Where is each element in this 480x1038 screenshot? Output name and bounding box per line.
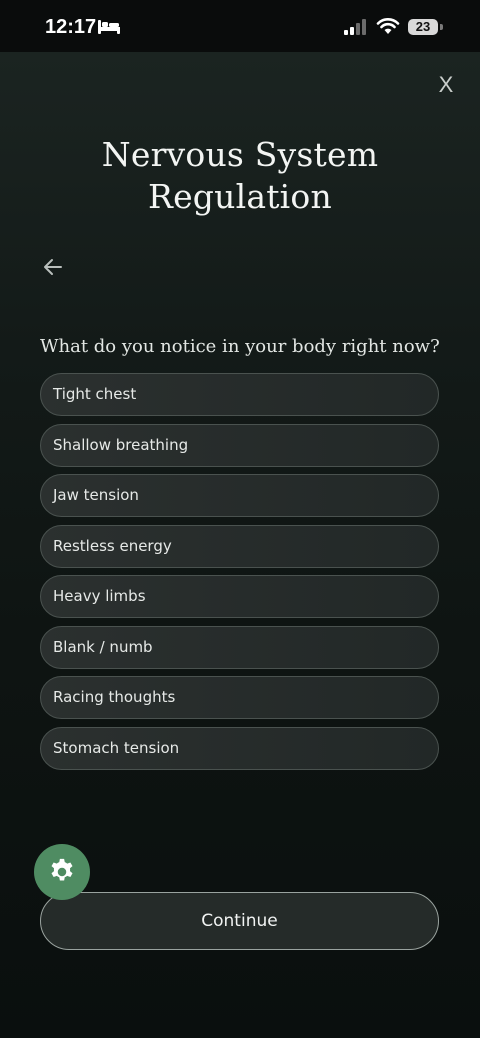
status-bar: 12:17 23 [0, 0, 480, 52]
battery-icon: 23 [408, 19, 438, 35]
option-blank-numb[interactable]: Blank / numb [40, 625, 439, 669]
back-arrow-icon[interactable] [40, 254, 66, 280]
option-restless-energy[interactable]: Restless energy [40, 524, 439, 568]
gear-icon [51, 858, 73, 881]
continue-button[interactable]: Continue [40, 892, 439, 950]
option-heavy-limbs[interactable]: Heavy limbs [40, 575, 439, 618]
settings-button[interactable] [34, 844, 90, 900]
option-jaw-tension[interactable]: Jaw tension [40, 474, 439, 517]
bed-icon [98, 20, 120, 34]
close-button[interactable]: X [434, 72, 458, 98]
battery-tip [440, 24, 443, 30]
option-tight-chest[interactable]: Tight chest [40, 373, 439, 416]
page-title: Nervous System Regulation [101, 135, 379, 216]
question-text: What do you notice in your body right no… [40, 336, 440, 357]
signal-icon [344, 19, 366, 35]
options-list: Tight chest Shallow breathing Jaw tensio… [40, 373, 439, 777]
status-time: 12:17 [45, 16, 97, 38]
option-shallow-breathing[interactable]: Shallow breathing [40, 423, 439, 467]
option-stomach-tension[interactable]: Stomach tension [40, 726, 439, 770]
option-racing-thoughts[interactable]: Racing thoughts [40, 676, 439, 719]
wifi-icon [376, 18, 400, 34]
